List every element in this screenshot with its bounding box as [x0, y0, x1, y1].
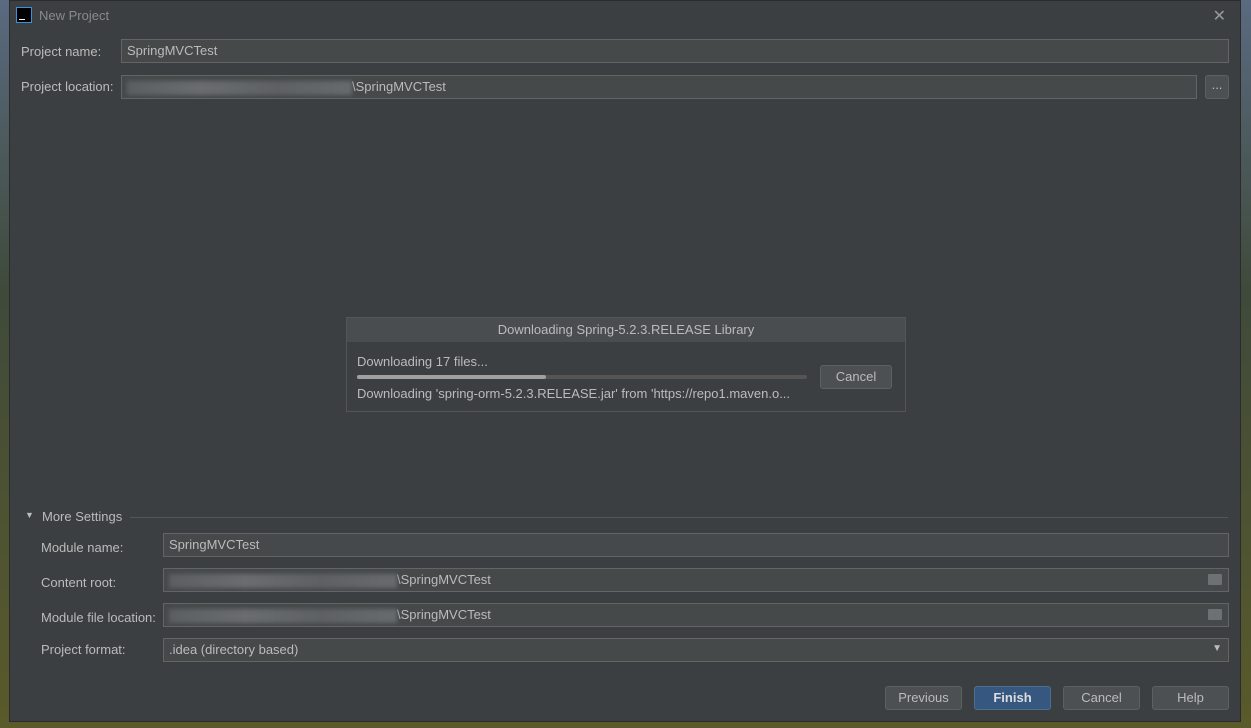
new-project-dialog: New Project ✕ Project name: SpringMVCTes…: [9, 0, 1241, 722]
project-format-select[interactable]: .idea (directory based) ▼: [163, 638, 1229, 662]
module-file-location-value: \SpringMVCTest: [397, 607, 491, 622]
module-name-input[interactable]: SpringMVCTest: [163, 533, 1229, 557]
title-bar: New Project ✕: [10, 1, 1240, 31]
cancel-button[interactable]: Cancel: [1063, 686, 1140, 710]
download-detail: Downloading 'spring-orm-5.2.3.RELEASE.ja…: [357, 386, 790, 401]
finish-button[interactable]: Finish: [974, 686, 1051, 710]
project-name-input[interactable]: SpringMVCTest: [121, 39, 1229, 63]
folder-icon[interactable]: [1208, 609, 1222, 620]
help-button[interactable]: Help: [1152, 686, 1229, 710]
previous-button[interactable]: Previous: [885, 686, 962, 710]
project-format-label: Project format:: [41, 642, 126, 657]
module-file-location-label: Module file location:: [41, 610, 156, 625]
more-settings-toggle[interactable]: More Settings: [42, 509, 122, 524]
content-root-label: Content root:: [41, 575, 116, 590]
download-cancel-button[interactable]: Cancel: [820, 365, 892, 389]
project-name-label: Project name:: [21, 44, 101, 59]
redacted-path: [169, 574, 397, 588]
browse-location-button[interactable]: ...: [1205, 75, 1229, 99]
redacted-path: [127, 81, 352, 95]
project-format-value: .idea (directory based): [169, 642, 298, 657]
window-title: New Project: [39, 8, 109, 23]
chevron-down-icon: ▼: [1212, 643, 1222, 654]
divider: [130, 517, 1228, 518]
project-location-input[interactable]: \SpringMVCTest: [121, 75, 1197, 99]
intellij-logo-icon: [16, 7, 32, 23]
download-title: Downloading Spring-5.2.3.RELEASE Library: [347, 318, 905, 342]
content-root-value: \SpringMVCTest: [397, 572, 491, 587]
close-icon[interactable]: ✕: [1213, 6, 1226, 26]
progress-fill: [357, 375, 546, 379]
download-progress-popup: Downloading Spring-5.2.3.RELEASE Library…: [346, 317, 906, 412]
project-location-label: Project location:: [21, 79, 114, 94]
download-status: Downloading 17 files...: [357, 354, 488, 369]
collapse-triangle-icon[interactable]: ▼: [25, 510, 34, 520]
content-root-input[interactable]: \SpringMVCTest: [163, 568, 1229, 592]
download-progress-bar: [357, 375, 807, 379]
project-location-value: \SpringMVCTest: [352, 79, 446, 94]
module-file-location-input[interactable]: \SpringMVCTest: [163, 603, 1229, 627]
module-name-label: Module name:: [41, 540, 123, 555]
folder-icon[interactable]: [1208, 574, 1222, 585]
redacted-path: [169, 609, 397, 623]
